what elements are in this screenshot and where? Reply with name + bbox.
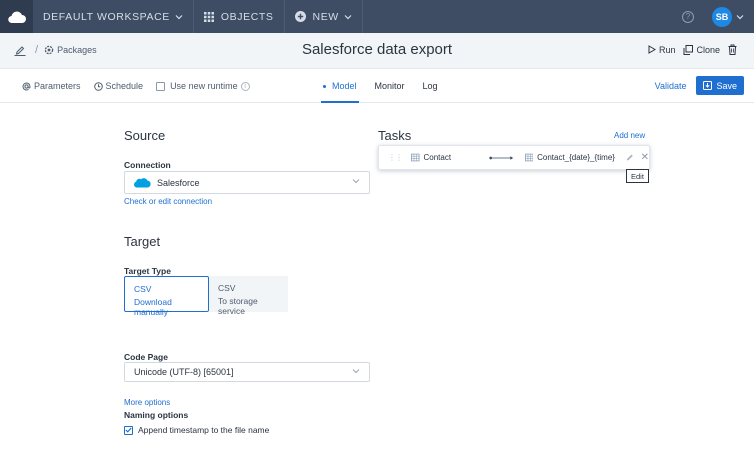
package-actions: Run Clone	[640, 44, 740, 55]
target-type-subtitle: Download manually	[134, 297, 172, 317]
chevron-down-icon	[352, 369, 360, 374]
save-button[interactable]: Save	[696, 76, 744, 95]
run-button[interactable]: Run	[648, 44, 676, 55]
package-settings: Parameters Schedule Use new runtime i	[22, 81, 263, 91]
new-runtime-toggle[interactable]: Use new runtime i	[156, 81, 250, 91]
clock-icon	[93, 81, 103, 91]
tasks-heading: Tasks	[378, 128, 412, 143]
chevron-down-icon[interactable]	[736, 14, 744, 20]
save-actions: Validate Save	[655, 76, 744, 95]
user-area: ? SB	[682, 0, 744, 33]
target-heading: Target	[124, 234, 161, 249]
edit-tooltip: Edit	[626, 169, 649, 183]
checkmark-icon	[125, 427, 132, 433]
tab-log-label: Log	[422, 81, 438, 91]
play-icon	[648, 45, 656, 54]
new-menu[interactable]: NEW	[285, 0, 363, 33]
target-type-title: CSV	[134, 284, 152, 294]
more-options-link[interactable]: More options	[124, 398, 170, 407]
cloud-icon	[7, 11, 26, 23]
package-title-bar: / Packages Salesforce data export Run Cl…	[0, 33, 754, 69]
tab-log[interactable]: Log	[421, 69, 440, 103]
parameters-label: Parameters	[34, 81, 81, 91]
run-label: Run	[658, 44, 676, 55]
chevron-down-icon	[352, 179, 360, 184]
code-page-select[interactable]: Unicode (UTF-8) [65001]	[124, 362, 370, 382]
tab-monitor[interactable]: Monitor	[373, 69, 407, 103]
target-type-label: Target Type	[124, 266, 171, 276]
objects-label: OBJECTS	[220, 10, 274, 23]
pencil-icon[interactable]	[626, 153, 634, 162]
append-timestamp-checkbox[interactable]	[124, 425, 133, 435]
plus-circle-icon	[294, 11, 306, 22]
top-navigation-bar: DEFAULT WORKSPACE OBJECTS NEW ? SB	[0, 0, 754, 33]
view-tabs: Model Monitor Log	[321, 69, 454, 103]
clone-button[interactable]: Clone	[683, 44, 720, 55]
target-type-storage-service[interactable]: CSV To storage service	[209, 276, 288, 316]
active-dot-icon	[323, 84, 326, 88]
grid-icon	[203, 11, 214, 22]
objects-menu[interactable]: OBJECTS	[194, 0, 285, 33]
code-page-label: Code Page	[124, 352, 168, 362]
parameters-button[interactable]: Parameters	[22, 81, 81, 91]
table-icon	[411, 153, 420, 162]
delete-button[interactable]	[728, 44, 740, 55]
check-connection-link[interactable]: Check or edit connection	[124, 197, 212, 206]
trash-icon	[728, 44, 737, 55]
append-timestamp-label: Append timestamp to the file name	[138, 425, 270, 435]
connection-value: Salesforce	[157, 177, 200, 188]
new-label: NEW	[312, 10, 339, 23]
table-icon	[524, 153, 534, 162]
target-type-download-manually[interactable]: CSV Download manually	[124, 276, 209, 317]
help-icon[interactable]: ?	[682, 10, 694, 23]
tab-model[interactable]: Model	[321, 69, 359, 103]
schedule-button[interactable]: Schedule	[93, 81, 144, 91]
avatar[interactable]: SB	[712, 6, 732, 27]
new-runtime-label: Use new runtime	[170, 81, 238, 91]
salesforce-logo-icon	[134, 178, 151, 188]
copy-icon	[683, 44, 694, 55]
close-icon[interactable]: ✕	[641, 152, 649, 163]
new-runtime-checkbox[interactable]	[156, 81, 166, 91]
app-logo[interactable]	[0, 0, 33, 33]
info-icon[interactable]: i	[240, 81, 250, 91]
save-label: Save	[716, 80, 737, 91]
naming-options-label: Naming options	[124, 410, 189, 420]
clone-label: Clone	[696, 44, 720, 55]
chevron-down-icon	[175, 14, 183, 19]
target-type-title: CSV	[218, 283, 236, 293]
connection-select[interactable]: Salesforce	[124, 171, 370, 194]
chevron-down-icon	[344, 14, 352, 19]
package-toolbar: Parameters Schedule Use new runtime i Mo…	[0, 69, 754, 103]
source-heading: Source	[124, 128, 166, 143]
workspace-label: DEFAULT WORKSPACE	[43, 10, 170, 23]
task-target-file: Contact_{date}_{time}	[537, 153, 615, 162]
tab-model-label: Model	[332, 81, 357, 91]
schedule-label: Schedule	[105, 81, 144, 91]
validate-button[interactable]: Validate	[655, 81, 687, 91]
arrow-right-icon	[489, 155, 514, 160]
target-type-subtitle: To storage service	[218, 296, 258, 316]
task-source-object: Contact	[423, 153, 452, 162]
code-page-value: Unicode (UTF-8) [65001]	[134, 367, 234, 377]
task-row[interactable]: ⋮⋮ Contact Contact_{date}_{time} ✕	[378, 145, 650, 170]
tab-monitor-label: Monitor	[374, 81, 405, 91]
add-new-task-link[interactable]: Add new	[614, 131, 645, 140]
connection-label: Connection	[124, 160, 171, 170]
workspace-selector[interactable]: DEFAULT WORKSPACE	[33, 0, 194, 33]
drag-handle-icon[interactable]: ⋮⋮	[388, 153, 403, 162]
save-icon	[703, 81, 713, 90]
append-timestamp-option[interactable]: Append timestamp to the file name	[124, 425, 269, 435]
at-icon	[22, 82, 31, 90]
